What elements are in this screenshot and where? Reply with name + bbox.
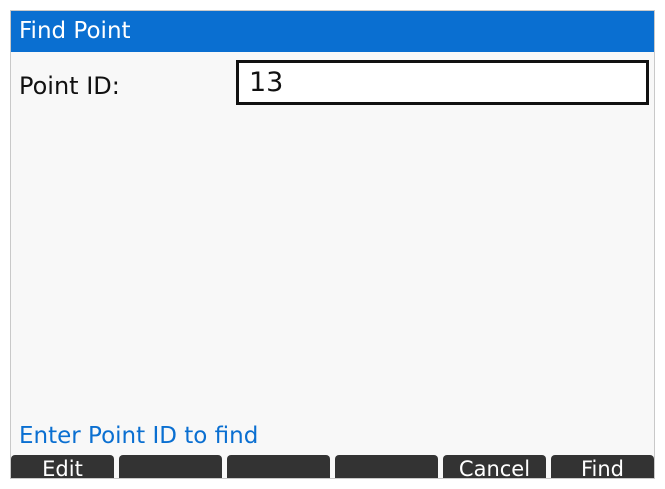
calculator-screen: Find Point Point ID: Enter Point ID to f…	[10, 10, 655, 479]
empty-softkey-4[interactable]	[335, 455, 438, 478]
point-id-input[interactable]	[236, 60, 649, 105]
help-text: Enter Point ID to find	[19, 423, 259, 449]
edit-softkey[interactable]: Edit	[11, 455, 114, 478]
softkey-bar: Edit Cancel Find	[11, 455, 654, 478]
empty-softkey-3[interactable]	[227, 455, 330, 478]
find-softkey[interactable]: Find	[551, 455, 654, 478]
empty-softkey-2[interactable]	[119, 455, 222, 478]
cancel-softkey[interactable]: Cancel	[443, 455, 546, 478]
window-title: Find Point	[11, 11, 654, 52]
point-id-label: Point ID:	[19, 72, 120, 100]
